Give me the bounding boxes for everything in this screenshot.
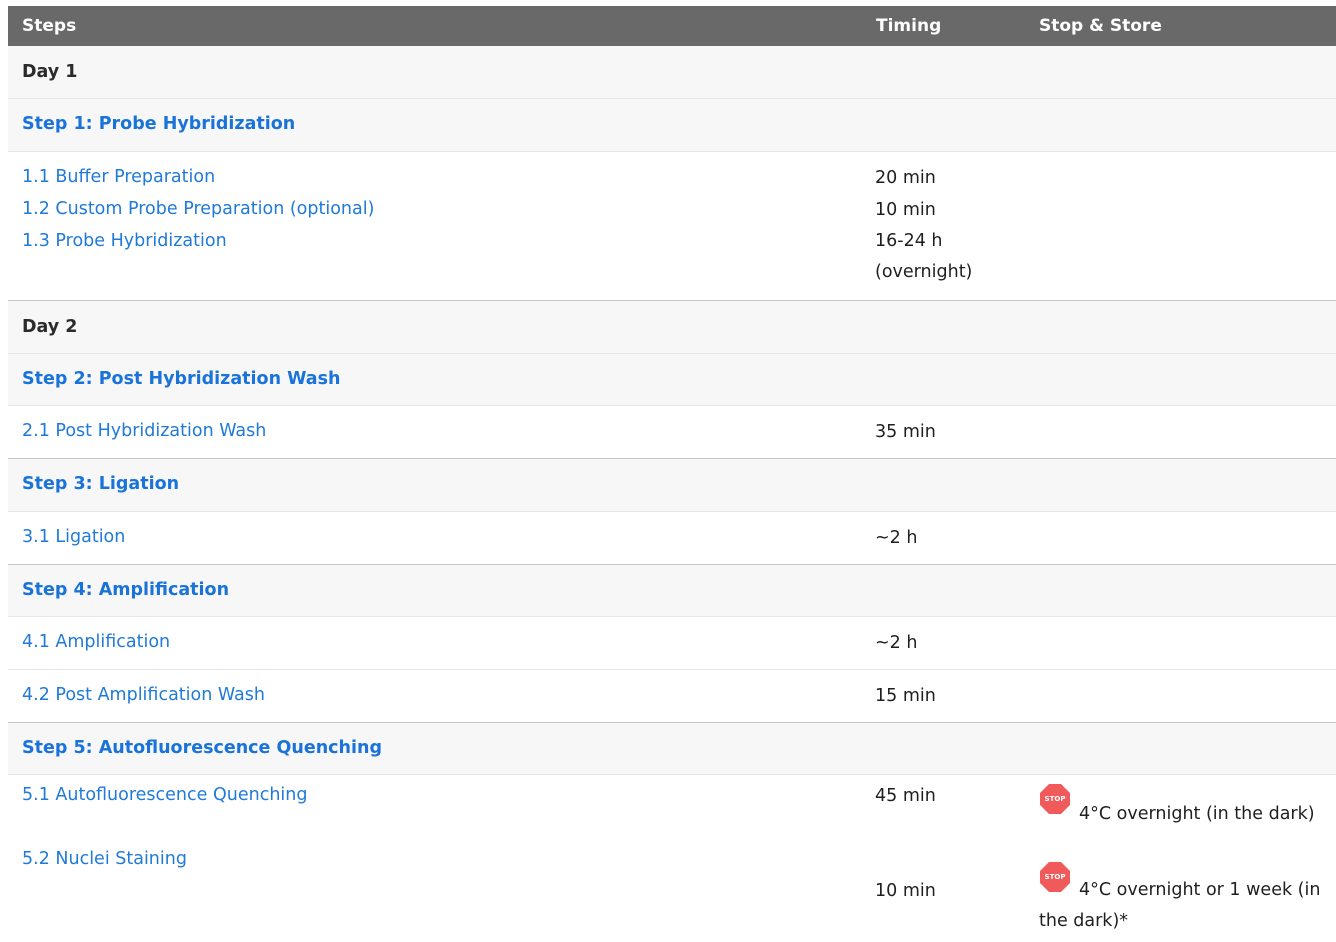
row-divider xyxy=(8,300,1336,301)
timing-5-2: 10 min xyxy=(875,881,936,901)
row-divider xyxy=(8,151,1336,152)
store-note-5-1-text: 4°C overnight (in the dark) xyxy=(1079,804,1315,824)
timing-5-1: 45 min xyxy=(875,786,936,806)
step-5-2-link[interactable]: 5.2 Nuclei Staining xyxy=(22,847,187,871)
store-note-5-2: 4°C overnight or 1 week (in the dark)* xyxy=(1039,875,1324,937)
step-4-2-link[interactable]: 4.2 Post Amplification Wash xyxy=(22,683,265,707)
step-row xyxy=(8,459,1336,511)
timing-4-2: 15 min xyxy=(875,686,936,706)
step-1-title[interactable]: Step 1: Probe Hybridization xyxy=(22,112,295,136)
row-divider xyxy=(8,458,1336,459)
timing-1-1: 20 min xyxy=(875,168,936,188)
row-divider xyxy=(8,616,1336,617)
timing-2-1: 35 min xyxy=(875,422,936,442)
timing-3-1: ~2 h xyxy=(875,528,918,548)
step-5-1-link[interactable]: 5.1 Autofluorescence Quenching xyxy=(22,783,307,807)
step-2-1-link[interactable]: 2.1 Post Hybridization Wash xyxy=(22,419,266,443)
header-timing: Timing xyxy=(876,16,942,36)
store-note-5-2-text: 4°C overnight or 1 week (in the dark)* xyxy=(1039,880,1321,931)
row-divider xyxy=(8,353,1336,354)
step-1-3-link[interactable]: 1.3 Probe Hybridization xyxy=(22,229,227,253)
row-divider xyxy=(8,511,1336,512)
timing-1-3-note: (overnight) xyxy=(875,262,973,282)
row-divider xyxy=(8,405,1336,406)
day-row xyxy=(8,46,1336,98)
header-steps: Steps xyxy=(22,16,77,36)
protocol-table: Steps Timing Stop & Store Day 1 Step 1: … xyxy=(0,0,1336,942)
timing-1-2: 10 min xyxy=(875,200,936,220)
table-header: Steps Timing Stop & Store xyxy=(8,6,1336,46)
day-1-label: Day 1 xyxy=(22,62,78,82)
row-divider xyxy=(8,722,1336,723)
day-2-label: Day 2 xyxy=(22,317,78,337)
day-row xyxy=(8,301,1336,353)
step-3-1-link[interactable]: 3.1 Ligation xyxy=(22,525,125,549)
store-note-5-1: 4°C overnight (in the dark) xyxy=(1039,799,1324,830)
timing-4-1: ~2 h xyxy=(875,633,918,653)
step-4-title[interactable]: Step 4: Amplification xyxy=(22,578,229,602)
step-3-title[interactable]: Step 3: Ligation xyxy=(22,472,179,496)
step-4-1-link[interactable]: 4.1 Amplification xyxy=(22,630,170,654)
row-divider xyxy=(8,564,1336,565)
step-5-title[interactable]: Step 5: Autofluorescence Quenching xyxy=(22,736,382,760)
step-1-1-link[interactable]: 1.1 Buffer Preparation xyxy=(22,165,215,189)
row-divider xyxy=(8,98,1336,99)
step-2-title[interactable]: Step 2: Post Hybridization Wash xyxy=(22,367,340,391)
step-1-2-link[interactable]: 1.2 Custom Probe Preparation (optional) xyxy=(22,197,374,221)
timing-1-3: 16-24 h xyxy=(875,231,943,251)
row-divider xyxy=(8,774,1336,775)
row-divider xyxy=(8,669,1336,670)
header-stop-store: Stop & Store xyxy=(1039,16,1162,36)
